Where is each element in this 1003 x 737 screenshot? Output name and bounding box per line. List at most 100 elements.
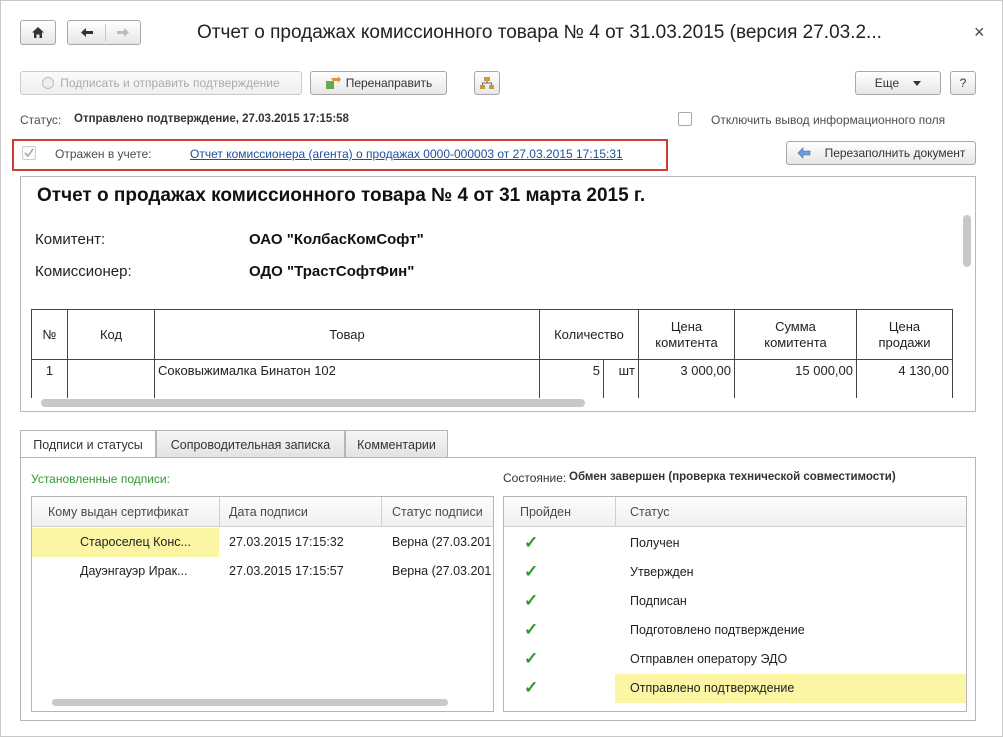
checkmark-icon — [24, 148, 34, 158]
col-passed[interactable]: Пройден — [520, 497, 610, 527]
header-separator — [219, 497, 220, 527]
commissioner-label: Комиссионер: — [35, 263, 132, 280]
structure-button[interactable] — [474, 71, 500, 95]
sign-date: 27.03.2015 17:15:32 — [229, 535, 344, 549]
col-price: Цена комитента — [638, 309, 735, 360]
signatures-title: Установленные подписи: — [31, 472, 170, 486]
state-grid: Пройден Статус ✓ Получен ✓ Утвержден ✓ П… — [503, 496, 967, 712]
row-qty: 5 — [539, 359, 604, 398]
tab-cover-note[interactable]: Сопроводительная записка — [156, 430, 345, 458]
col-num: № — [31, 309, 68, 360]
redirect-button[interactable]: Перенаправить — [310, 71, 447, 95]
col-qty: Количество — [539, 309, 639, 360]
status-label: Статус: — [20, 113, 62, 127]
col-sale: Цена продажи — [856, 309, 953, 360]
commissioner-value: ОДО "ТрастСофтФин" — [249, 263, 415, 280]
tab-panel: Установленные подписи: Кому выдан сертиф… — [20, 457, 976, 721]
committent-value: ОАО "КолбасКомСофт" — [249, 231, 424, 248]
more-button[interactable]: Еще — [855, 71, 941, 95]
state-value: Обмен завершен (проверка технической сов… — [569, 471, 896, 483]
col-sum-line1: Сумма — [775, 318, 816, 334]
col-price-line2: комитента — [655, 334, 718, 350]
header-separator — [615, 497, 616, 527]
committent-label: Комитент: — [35, 231, 106, 248]
document-heading: Отчет о продажах комиссионного товара № … — [37, 185, 646, 206]
row-price: 3 000,00 — [638, 359, 735, 398]
state-status: Утвержден — [630, 565, 694, 579]
goods-table: № Код Товар Количество Цена комитента Сум… — [31, 309, 953, 398]
col-certificate-owner[interactable]: Кому выдан сертификат — [48, 497, 218, 527]
check-icon: ✓ — [524, 533, 539, 552]
sign-send-label: Подписать и отправить подтверждение — [60, 76, 280, 90]
col-price-line1: Цена — [670, 318, 703, 334]
state-status: Отправлено подтверждение — [630, 681, 795, 695]
hierarchy-icon — [480, 77, 494, 89]
row-sale: 4 130,00 — [856, 359, 953, 398]
tab-signatures[interactable]: Подписи и статусы — [20, 430, 156, 459]
dropdown-arrow-icon — [913, 80, 922, 86]
document-preview: Отчет о продажах комиссионного товара № … — [20, 176, 976, 412]
state-status: Отправлен оператору ЭДО — [630, 652, 788, 666]
reflected-label: Отражен в учете: — [55, 147, 152, 161]
refill-arrow-icon — [797, 147, 810, 159]
col-status[interactable]: Статус — [630, 497, 930, 527]
vertical-scrollbar[interactable] — [963, 215, 971, 267]
check-icon: ✓ — [524, 678, 539, 697]
reflected-checkbox[interactable] — [22, 146, 36, 160]
close-icon[interactable]: × — [974, 22, 985, 43]
refill-document-button[interactable]: Перезаполнить документ — [786, 141, 976, 165]
signer-name: Староселец Конс... — [80, 535, 191, 549]
row-num: 1 — [31, 359, 68, 398]
refill-document-label: Перезаполнить документ — [824, 146, 966, 160]
signatures-hscrollbar[interactable] — [52, 699, 448, 706]
sign-date: 27.03.2015 17:15:57 — [229, 564, 344, 578]
home-button[interactable] — [20, 20, 56, 45]
accounting-document-link[interactable]: Отчет комиссионера (агента) о продажах 0… — [190, 147, 623, 161]
tab-comments[interactable]: Комментарии — [345, 430, 448, 458]
col-sale-line2: продажи — [878, 334, 931, 350]
status-value: Отправлено подтверждение, 27.03.2015 17:… — [74, 113, 349, 125]
forward-button[interactable] — [105, 21, 141, 44]
state-status: Получен — [630, 536, 680, 550]
redirect-icon — [325, 76, 341, 89]
col-code: Код — [67, 309, 155, 360]
home-icon — [32, 27, 44, 38]
disable-info-checkbox[interactable] — [678, 112, 692, 126]
row-sum: 15 000,00 — [734, 359, 857, 398]
horizontal-scrollbar[interactable] — [41, 399, 585, 407]
back-button[interactable] — [68, 21, 105, 44]
col-sign-date[interactable]: Дата подписи — [229, 497, 369, 527]
check-icon: ✓ — [524, 562, 539, 581]
arrow-left-icon — [80, 28, 93, 37]
col-sign-status[interactable]: Статус подписи — [392, 497, 493, 527]
goods-table-header: № Код Товар Количество Цена комитента Сум… — [31, 309, 953, 360]
arrow-right-icon — [117, 28, 129, 37]
redirect-label: Перенаправить — [345, 76, 433, 90]
col-goods: Товар — [154, 309, 540, 360]
state-status: Подписан — [630, 594, 687, 608]
state-label: Состояние: — [503, 471, 567, 485]
check-icon: ✓ — [524, 649, 539, 668]
row-code — [67, 359, 155, 398]
col-sum: Сумма комитента — [734, 309, 857, 360]
header-separator — [381, 497, 382, 527]
table-row: 1 Соковыжималка Бинатон 102 5 шт 3 000,0… — [31, 359, 953, 398]
col-sum-line2: комитента — [764, 334, 827, 350]
col-sale-line1: Цена — [888, 318, 921, 334]
window-title: Отчет о продажах комиссионного товара № … — [197, 22, 882, 43]
help-button[interactable]: ? — [950, 71, 976, 95]
check-icon: ✓ — [524, 620, 539, 639]
check-icon: ✓ — [524, 591, 539, 610]
sign-send-confirmation-button[interactable]: Подписать и отправить подтверждение — [20, 71, 302, 95]
disable-info-label: Отключить вывод информационного поля — [711, 113, 946, 127]
sign-icon — [42, 77, 55, 89]
signer-name: Дауэнгауэр Ирак... — [80, 564, 188, 578]
sign-status: Верна (27.03.201 — [392, 535, 492, 549]
history-nav — [67, 20, 141, 45]
more-label: Еще — [874, 76, 900, 90]
state-status: Подготовлено подтверждение — [630, 623, 805, 637]
row-goods: Соковыжималка Бинатон 102 — [154, 359, 540, 398]
sign-status: Верна (27.03.201 — [392, 564, 492, 578]
signatures-grid: Кому выдан сертификат Дата подписи Стату… — [31, 496, 494, 712]
row-unit: шт — [603, 359, 639, 398]
